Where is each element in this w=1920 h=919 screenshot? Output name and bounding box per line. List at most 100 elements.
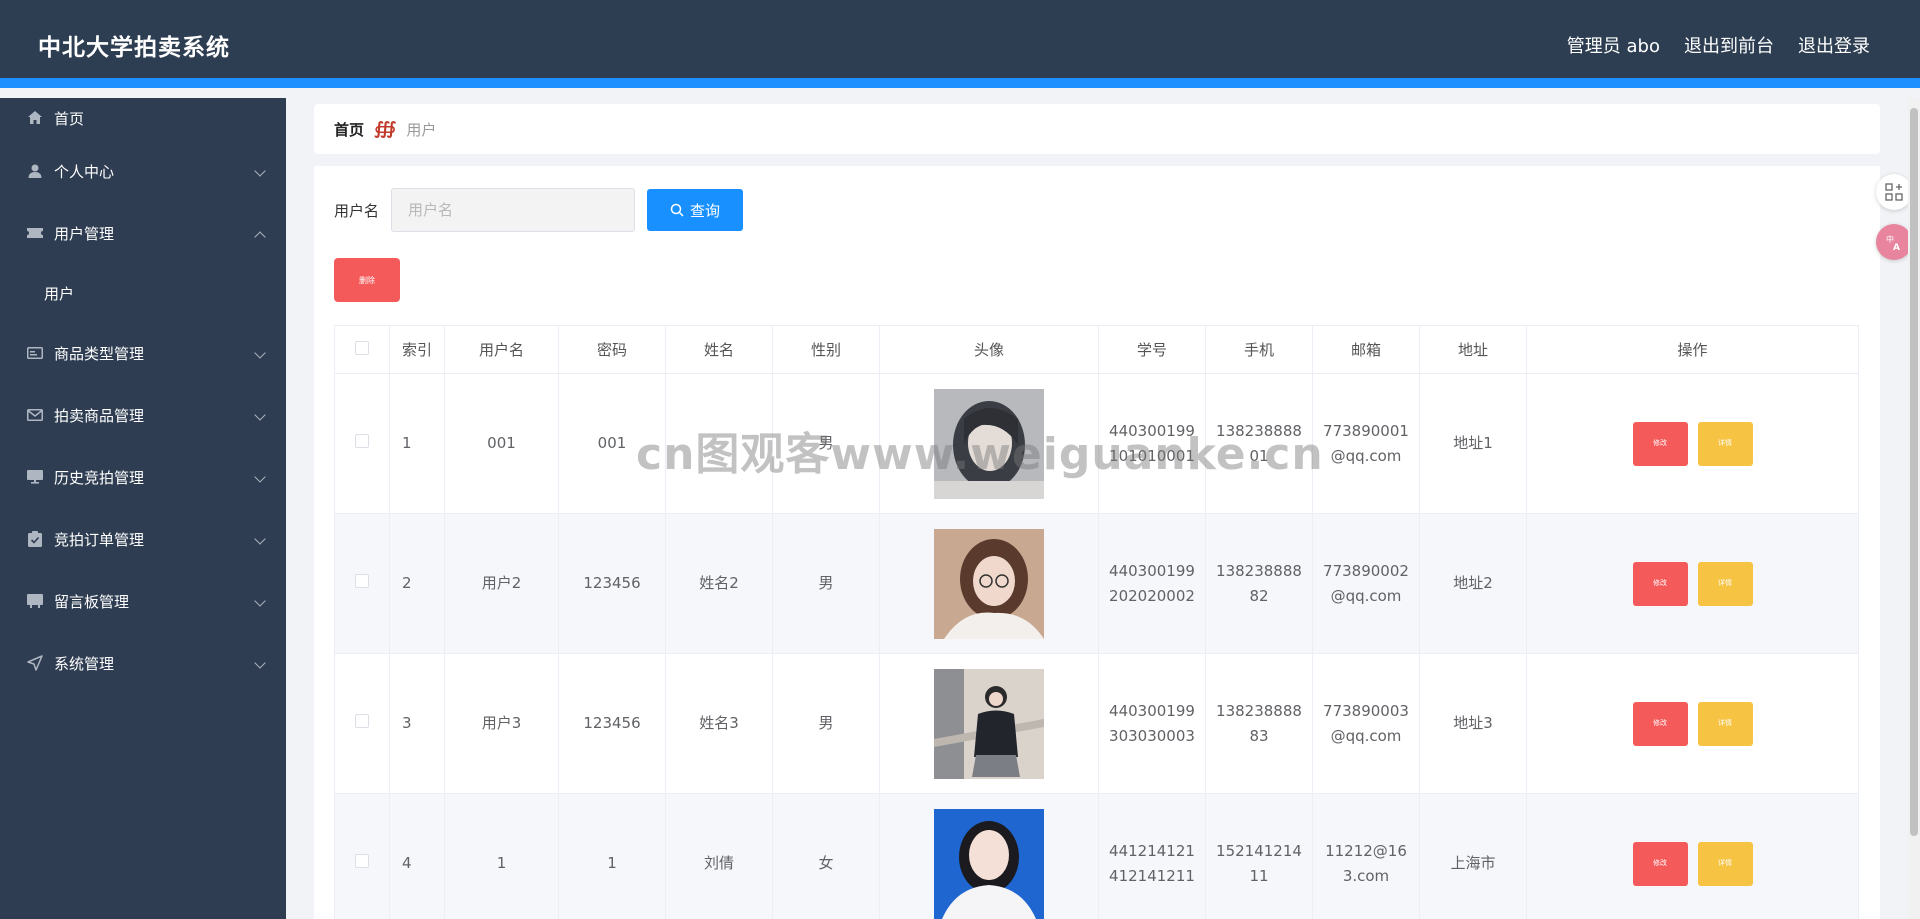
- query-button[interactable]: 查询: [647, 189, 744, 231]
- cell-password: 1: [558, 793, 666, 919]
- chevron-down-icon: [254, 471, 266, 483]
- sidebar-subitem-label: 用户: [44, 284, 75, 303]
- column-header: 用户名: [444, 325, 559, 374]
- cell-student-no: 440300199 303030003: [1098, 653, 1206, 794]
- query-button-label: 查询: [690, 202, 721, 220]
- user-icon: [26, 162, 44, 180]
- select-all-cell[interactable]: [334, 325, 390, 374]
- column-header: 性别: [772, 325, 880, 374]
- detail-button[interactable]: 详情: [1697, 841, 1753, 886]
- cell-student-no: 440300199 101010001: [1098, 373, 1206, 514]
- cell-name: 刘倩: [665, 793, 773, 919]
- detail-button[interactable]: 详情: [1697, 561, 1753, 606]
- sidebar-item-system[interactable]: 系统管理: [0, 632, 286, 694]
- cell-username: 001: [444, 373, 559, 514]
- cell-phone: 138238888 83: [1205, 653, 1313, 794]
- grid-add-icon[interactable]: [1876, 174, 1912, 210]
- column-header: 密码: [558, 325, 666, 374]
- sidebar-item-label: 竞拍订单管理: [54, 530, 145, 549]
- avatar-image[interactable]: [934, 668, 1044, 779]
- cell-phone: 152141214 11: [1205, 793, 1313, 919]
- cell-address: 地址3: [1419, 653, 1527, 794]
- cell-index: 4: [389, 793, 445, 919]
- cell-phone: 138238888 01: [1205, 373, 1313, 514]
- logout-link[interactable]: 退出登录: [1798, 32, 1870, 58]
- sidebar-item-history-bids[interactable]: 历史竞拍管理: [0, 446, 286, 508]
- edit-button[interactable]: 修改: [1632, 421, 1688, 466]
- column-header: 邮箱: [1312, 325, 1420, 374]
- row-checkbox[interactable]: [355, 434, 369, 448]
- breadcrumb: 首页 ∰ 用户: [314, 104, 1880, 154]
- sidebar-item-category-mgmt[interactable]: 商品类型管理: [0, 322, 286, 384]
- chevron-down-icon: [254, 409, 266, 421]
- cell-password: 123456: [558, 653, 666, 794]
- cell-gender: 男: [772, 653, 880, 794]
- cell-actions: 修改 详情: [1526, 793, 1859, 919]
- sidebar-item-auction-goods[interactable]: 拍卖商品管理: [0, 384, 286, 446]
- cell-actions: 修改 详情: [1526, 653, 1859, 794]
- table-row: 1 001 001 男 440300199 101010001 138238888…: [334, 373, 1859, 514]
- edit-button[interactable]: 修改: [1632, 701, 1688, 746]
- sidebar-item-label: 历史竞拍管理: [54, 468, 145, 487]
- admin-user-link[interactable]: 管理员 abo: [1567, 32, 1660, 58]
- sidebar-item-home[interactable]: 首页: [0, 98, 286, 138]
- user-table: 索引 用户名 密码 姓名 性别 头像 学号 手机 邮箱 地址 操作 1 001 …: [334, 325, 1859, 919]
- sidebar-subitem-user[interactable]: 用户: [0, 264, 286, 322]
- back-to-front-link[interactable]: 退出到前台: [1684, 32, 1774, 58]
- search-icon: [670, 203, 684, 217]
- row-checkbox[interactable]: [355, 574, 369, 588]
- cell-avatar: [879, 793, 1099, 919]
- card-icon: [26, 344, 44, 362]
- column-header: 学号: [1098, 325, 1206, 374]
- detail-button[interactable]: 详情: [1697, 421, 1753, 466]
- home-icon: [26, 109, 44, 127]
- avatar-image[interactable]: [934, 388, 1044, 499]
- chevron-down-icon: [254, 165, 266, 177]
- cell-index: 1: [389, 373, 445, 514]
- column-header: 操作: [1526, 325, 1859, 374]
- edit-button[interactable]: 修改: [1632, 841, 1688, 886]
- chevron-up-icon: [254, 231, 266, 243]
- sidebar-item-label: 首页: [54, 109, 85, 128]
- cell-avatar: [879, 513, 1099, 654]
- sidebar-item-bid-orders[interactable]: 竞拍订单管理: [0, 508, 286, 570]
- avatar-image[interactable]: [934, 808, 1044, 919]
- table-row: 3 用户3 123456 姓名3 男 440300199 303030003 1…: [334, 653, 1859, 794]
- sidebar-item-label: 拍卖商品管理: [54, 406, 145, 425]
- sidebar-item-message-board[interactable]: 留言板管理: [0, 570, 286, 632]
- detail-button[interactable]: 详情: [1697, 701, 1753, 746]
- row-checkbox[interactable]: [355, 714, 369, 728]
- username-search-input[interactable]: [391, 188, 636, 232]
- avatar-image[interactable]: [934, 528, 1044, 639]
- cell-address: 地址1: [1419, 373, 1527, 514]
- scrollbar-thumb[interactable]: [1910, 108, 1918, 836]
- select-all-checkbox[interactable]: [355, 340, 369, 355]
- edit-button[interactable]: 修改: [1632, 561, 1688, 606]
- breadcrumb-home[interactable]: 首页: [334, 119, 364, 140]
- chevron-down-icon: [254, 347, 266, 359]
- search-label: 用户名: [334, 201, 380, 220]
- translate-icon[interactable]: 中A: [1876, 224, 1912, 260]
- app-brand: 中北大学拍卖系统: [38, 35, 230, 61]
- cell-username: 用户3: [444, 653, 559, 794]
- page-scrollbar[interactable]: [1908, 98, 1920, 919]
- clipboard-icon: [26, 530, 44, 548]
- cell-password: 123456: [558, 513, 666, 654]
- sidebar-item-user-mgmt[interactable]: 用户管理: [0, 202, 286, 264]
- cell-index: 3: [389, 653, 445, 794]
- cell-email: 773890003 @qq.com: [1312, 653, 1420, 794]
- sidebar-item-personal[interactable]: 个人中心: [0, 140, 286, 202]
- cell-phone: 138238888 82: [1205, 513, 1313, 654]
- top-header: 中北大学拍卖系统 管理员 abo 退出到前台 退出登录: [0, 0, 1920, 88]
- header-nav: 管理员 abo 退出到前台 退出登录: [1567, 32, 1870, 58]
- cell-avatar: [879, 373, 1099, 514]
- table-header-row: 索引 用户名 密码 姓名 性别 头像 学号 手机 邮箱 地址 操作: [334, 325, 1859, 374]
- table-row: 2 用户2 123456 姓名2 男 440300199 202020002 1…: [334, 513, 1859, 654]
- cell-gender: 男: [772, 373, 880, 514]
- main-panel: 用户名 查询 删除 索引 用户名 密码 姓名 性别 头像 学号 手机: [314, 166, 1880, 919]
- batch-delete-button[interactable]: 删除: [334, 258, 400, 302]
- row-checkbox[interactable]: [355, 854, 369, 868]
- chevron-down-icon: [254, 533, 266, 545]
- cell-index: 2: [389, 513, 445, 654]
- sidebar-item-label: 商品类型管理: [54, 344, 145, 363]
